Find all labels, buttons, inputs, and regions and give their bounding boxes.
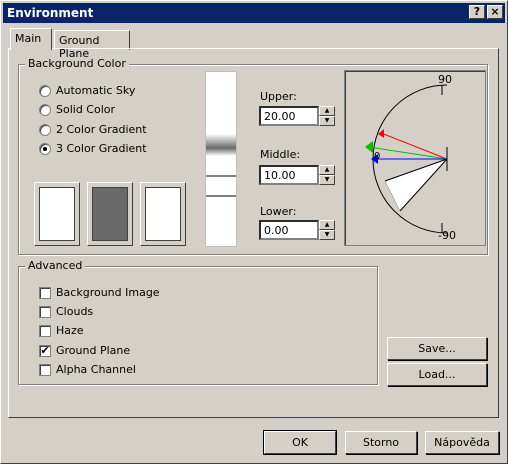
- help-title-button[interactable]: ?: [469, 5, 485, 19]
- middle-spinner[interactable]: ▲ ▼: [319, 165, 335, 185]
- checkbox-label: Haze: [56, 324, 84, 337]
- checkbox-label: Background Image: [56, 286, 160, 299]
- gradient-preview: [205, 71, 237, 247]
- swatch-fill: [92, 187, 128, 241]
- green-angle-line: [368, 146, 448, 160]
- cancel-button[interactable]: Storno: [345, 431, 417, 454]
- ok-button[interactable]: OK: [263, 430, 337, 455]
- middle-input[interactable]: [259, 165, 319, 185]
- green-angle-handle: [365, 141, 373, 153]
- checkmark-icon: ✔: [39, 344, 51, 357]
- lower-color-swatch[interactable]: [140, 182, 186, 246]
- tab-ground-plane[interactable]: Ground Plane: [54, 30, 130, 60]
- swatch-fill: [145, 187, 181, 241]
- checkbox-label: Ground Plane: [56, 344, 131, 357]
- angle-dial[interactable]: 90 -90 0: [344, 70, 486, 246]
- spin-up-icon[interactable]: ▲: [319, 165, 335, 175]
- radio-label: Solid Color: [56, 103, 116, 116]
- swatch-fill: [39, 187, 75, 241]
- red-angle-line: [380, 132, 448, 160]
- upper-input[interactable]: [259, 106, 319, 126]
- spin-up-icon[interactable]: ▲: [319, 220, 335, 230]
- radio-indicator: [39, 104, 51, 116]
- checkbox-label: Clouds: [56, 305, 94, 318]
- angle-dial-graphic: 90 -90 0: [365, 73, 456, 242]
- radio-label: Automatic Sky: [56, 84, 136, 97]
- help-icon: ?: [473, 5, 481, 18]
- tab-main-label: Main: [15, 32, 42, 45]
- dial-bottom-label: -90: [438, 229, 456, 242]
- dial-top-label: 90: [438, 73, 452, 86]
- upper-color-swatch[interactable]: [34, 182, 80, 246]
- radio-indicator: [39, 124, 51, 136]
- environment-dialog: Environment ? × Main Ground Plane Backgr…: [0, 0, 508, 464]
- radio-indicator: [39, 85, 51, 97]
- middle-label: Middle:: [260, 148, 301, 161]
- lower-spinner[interactable]: ▲ ▼: [319, 220, 335, 240]
- spin-down-icon[interactable]: ▼: [319, 175, 335, 185]
- lower-label: Lower:: [260, 205, 297, 218]
- checkbox-label: Alpha Channel: [56, 363, 136, 376]
- checkbox-indicator: [39, 364, 51, 376]
- window-title: Environment: [7, 6, 94, 20]
- checkbox-indicator: [39, 306, 51, 318]
- middle-color-swatch[interactable]: [87, 182, 133, 246]
- close-icon: ×: [490, 5, 500, 18]
- save-button[interactable]: Save...: [387, 337, 487, 360]
- radio-indicator-selected: [39, 143, 51, 155]
- help-button[interactable]: Nápověda: [425, 431, 499, 454]
- tab-main[interactable]: Main: [10, 28, 52, 50]
- radio-label: 2 Color Gradient: [56, 123, 147, 136]
- gradient-preview-graphic: [206, 134, 236, 197]
- spin-down-icon[interactable]: ▼: [319, 116, 335, 126]
- upper-label: Upper:: [260, 90, 297, 103]
- close-title-button[interactable]: ×: [487, 5, 503, 19]
- radio-label: 3 Color Gradient: [56, 142, 147, 155]
- upper-spinner[interactable]: ▲ ▼: [319, 106, 335, 126]
- advanced-group-label: Advanced: [25, 259, 86, 272]
- checkbox-indicator: [39, 325, 51, 337]
- lower-input[interactable]: [259, 220, 319, 240]
- title-bar[interactable]: Environment ? ×: [3, 3, 505, 23]
- dial-zero-label: 0: [374, 151, 380, 162]
- spin-down-icon[interactable]: ▼: [319, 230, 335, 240]
- background-color-group-label: Background Color: [25, 57, 129, 70]
- load-button[interactable]: Load...: [387, 363, 487, 386]
- checkbox-indicator: [39, 287, 51, 299]
- spin-up-icon[interactable]: ▲: [319, 106, 335, 116]
